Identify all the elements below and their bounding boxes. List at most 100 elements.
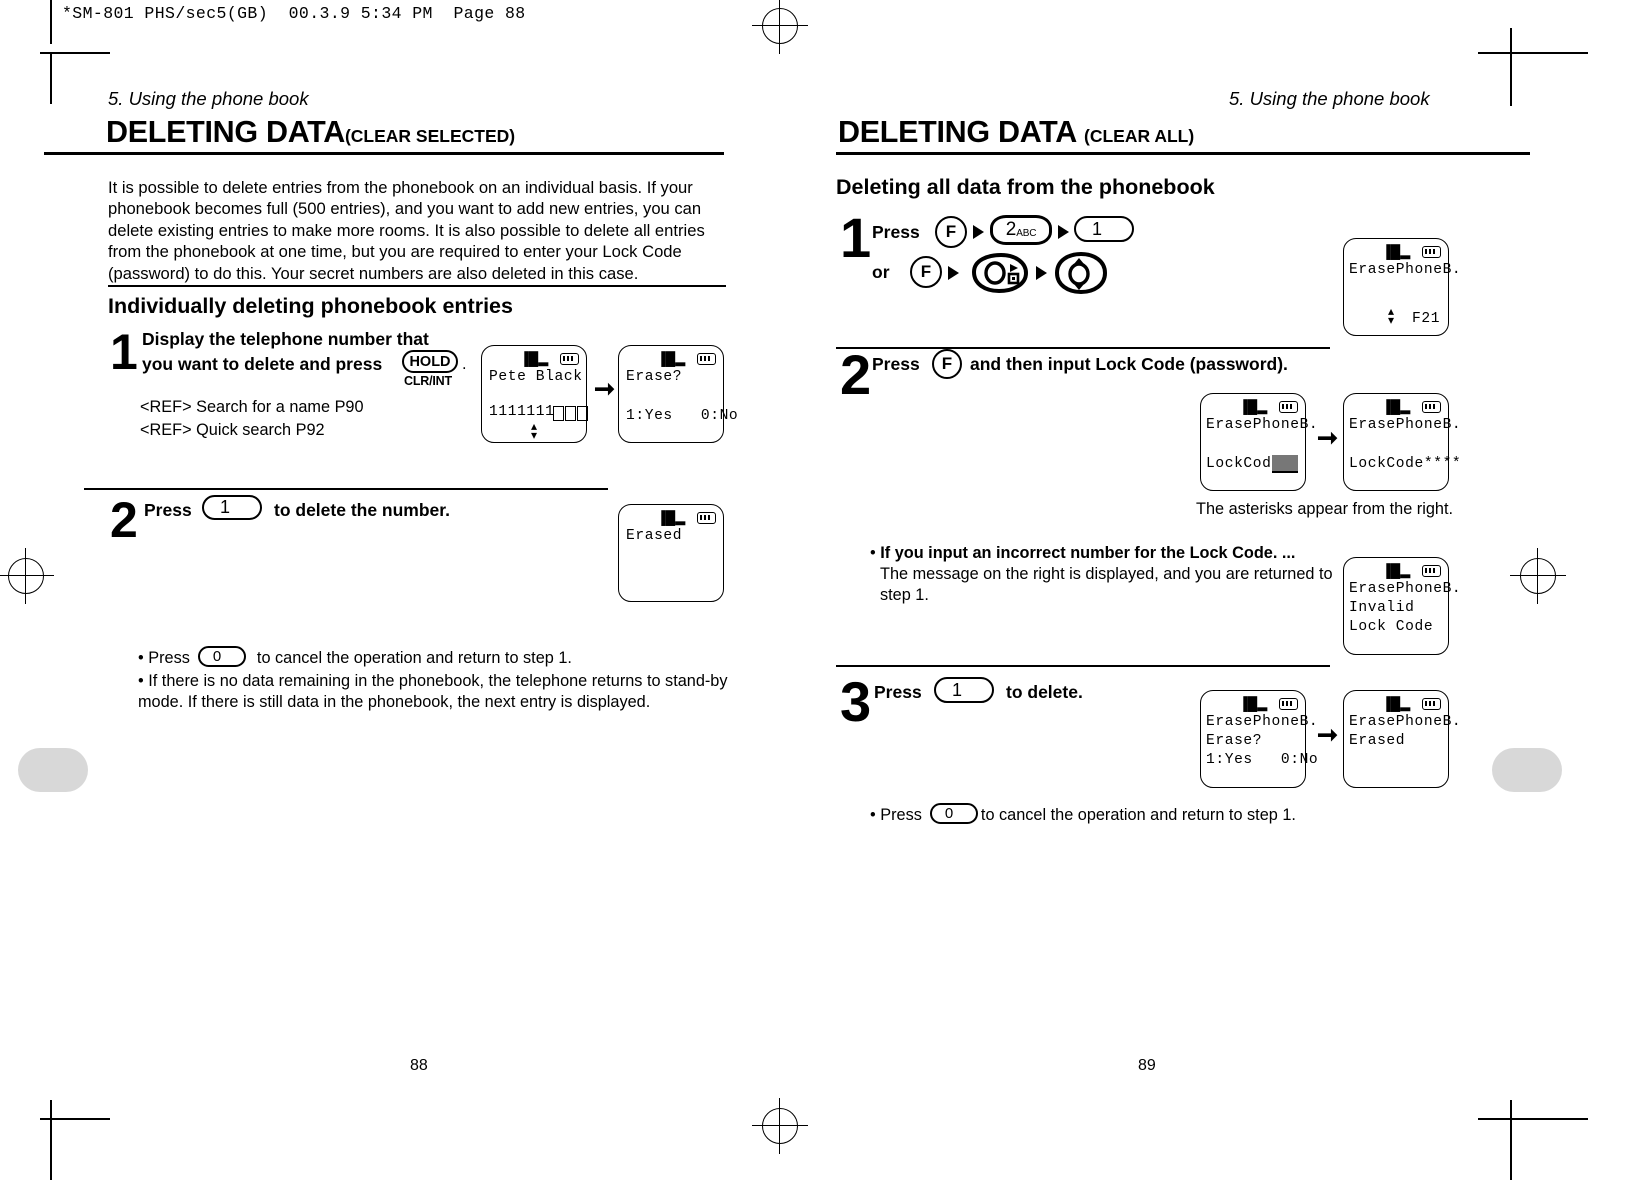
step-2-number-right: 2 <box>840 343 872 406</box>
lcd-erase-confirm-line1: Erase? <box>626 369 683 385</box>
step-1-period-left: . <box>462 355 467 373</box>
battery-icon <box>1279 698 1298 710</box>
crop-mark-bottom-left-vertical <box>50 1100 52 1180</box>
page-title-left-main: DELETING DATA <box>106 115 345 149</box>
lcd-erased-left: ▐█▂ Erased <box>618 504 724 602</box>
signal-icon: ▐█▂ <box>1381 563 1411 578</box>
page-title-right: DELETING DATA (CLEAR ALL) <box>838 115 1194 150</box>
step-1-line2-left: you want to delete and press <box>142 353 383 374</box>
lcd-lockcode-entry-line2: LockCode <box>1206 456 1281 472</box>
asterisk-caption-right: The asterisks appear from the right. <box>1196 500 1453 518</box>
battery-icon <box>1422 565 1441 577</box>
step-3-press-label-right: Press <box>874 682 922 702</box>
lcd-erase-confirm-left: ▐█▂ Erase? 1:Yes 0:No <box>618 345 738 443</box>
step-3-rule-right <box>836 665 1330 667</box>
page-left: 5. Using the phone book DELETING DATA(CL… <box>44 0 822 1200</box>
key-nav-updown-right[interactable] <box>1052 250 1110 296</box>
step-1-or-label-right: or <box>872 262 890 282</box>
lcd-lockcode-cursor <box>1272 455 1298 473</box>
step-3-tail-right: to delete. <box>1006 682 1083 702</box>
lcd-erase-confirm-right-line3: 1:Yes 0:No <box>1206 752 1319 768</box>
flow-arrow-step3-right: ➞ <box>1317 721 1338 749</box>
registration-mark-left <box>0 548 54 604</box>
key-nav-menu-right[interactable] <box>968 252 1030 294</box>
lcd-erasephone-f21: ▐█▂ ErasePhoneB. ▴ ▾ F21 <box>1343 238 1461 336</box>
step-2-press-label-right: Press <box>872 354 920 374</box>
file-header-bar <box>50 0 52 44</box>
lcd-lockcode-asterisks-line1: ErasePhoneB. <box>1349 417 1462 433</box>
hold-key-label: HOLD <box>409 353 451 370</box>
bullet-cancel-post-right: to cancel the operation and return to st… <box>980 806 1296 824</box>
intro-paragraph-left: It is possible to delete entries from th… <box>108 178 705 283</box>
hold-key-icon[interactable]: HOLD <box>402 350 458 373</box>
battery-icon <box>697 512 716 524</box>
key-1-step2-left[interactable]: 1 <box>202 495 262 520</box>
lcd-erase-confirm-right-line1: ErasePhoneB. <box>1206 714 1319 730</box>
key-f-step2-right[interactable]: F <box>932 349 962 379</box>
page-title-right-sub: (CLEAR ALL) <box>1084 126 1195 146</box>
running-head-right: 5. Using the phone book <box>1229 88 1430 109</box>
lcd-invalid-lockcode: ▐█▂ ErasePhoneB. Invalid Lock Code <box>1343 557 1461 655</box>
lcd-lockcode-entry: ▐█▂ ErasePhoneB. LockCode <box>1200 393 1318 491</box>
battery-icon <box>1422 698 1441 710</box>
nav-updown-key-shape <box>1054 251 1108 295</box>
key-0-step2-left[interactable]: 0 <box>198 646 246 667</box>
signal-icon: ▐█▂ <box>1238 399 1268 414</box>
lcd-erase-confirm-line2: 1:Yes 0:No <box>626 408 739 424</box>
page-number-left: 88 <box>410 1057 428 1074</box>
bullet-invalid-right: • If you input an incorrect number for t… <box>870 543 1340 606</box>
key-1-label: 1 <box>1091 218 1102 239</box>
key-0-label: 0 <box>212 648 222 665</box>
bullet-standby-text-left: If there is no data remaining in the pho… <box>138 672 728 711</box>
lcd-invalid-line1: ErasePhoneB. <box>1349 581 1462 597</box>
lcd-lockcode-asterisks: ▐█▂ ErasePhoneB. LockCode**** <box>1343 393 1461 491</box>
battery-icon <box>560 353 579 365</box>
step-1-ref-2: <REF> Quick search P92 <box>140 421 325 439</box>
lcd-pete-black-line1: Pete Black <box>489 369 583 385</box>
step-1-press-label-right: Press <box>872 222 920 242</box>
hold-key-sublabel: CLR/INT <box>404 374 452 388</box>
arrow-icon-3-right <box>948 266 959 280</box>
key-1-step1-right[interactable]: 1 <box>1074 216 1134 242</box>
key-0-step3-right[interactable]: 0 <box>930 803 978 824</box>
step-1-number-left: 1 <box>110 324 138 380</box>
crop-mark-left-vertical <box>50 52 52 104</box>
lcd-invalid-line2: Invalid <box>1349 600 1415 616</box>
lcd-erased-right-line2: Erased <box>1349 733 1406 749</box>
signal-icon: ▐█▂ <box>1381 399 1411 414</box>
step-2-rule-right <box>836 347 1330 349</box>
key-2abc-letters: ABC <box>1016 227 1037 239</box>
step-2-tail-left: to delete the number. <box>274 500 450 520</box>
key-1-label: 1 <box>951 679 962 700</box>
key-1-step3-right[interactable]: 1 <box>934 677 994 703</box>
lcd-erase-confirm-right-line2: Erase? <box>1206 733 1263 749</box>
arrow-icon-4-right <box>1036 266 1047 280</box>
flow-arrow-1-left: ➞ <box>594 375 615 403</box>
key-2abc-digit: 2 <box>1005 219 1017 240</box>
step-2-tail-right: and then input Lock Code (password). <box>970 354 1288 374</box>
key-f-step1-right[interactable]: F <box>935 216 967 248</box>
step-1-number-right: 1 <box>840 206 872 269</box>
signal-icon: ▐█▂ <box>519 351 549 366</box>
lcd-erasephone-f21-line2: F21 <box>1412 311 1441 327</box>
running-head-left: 5. Using the phone book <box>108 88 309 109</box>
lcd-lockcode-asterisks-line2: LockCode**** <box>1349 456 1462 472</box>
lcd-pete-black-empty-boxes <box>553 406 588 421</box>
bullet-invalid-bold-right: If you input an incorrect number for the… <box>880 544 1296 562</box>
bullet-invalid-text-right: The message on the right is displayed, a… <box>880 565 1333 604</box>
title-rule-right <box>836 152 1530 155</box>
signal-icon: ▐█▂ <box>1238 696 1268 711</box>
bullet-cancel-pre-left: Press <box>148 649 190 667</box>
battery-icon <box>697 353 716 365</box>
battery-icon <box>1279 401 1298 413</box>
key-0-label: 0 <box>944 805 954 822</box>
key-f-or-right[interactable]: F <box>910 256 942 288</box>
key-2abc-step1-right[interactable]: 2 ABC <box>990 215 1052 245</box>
section-rule-left <box>108 285 726 288</box>
page-right: 5. Using the phone book DELETING DATA (C… <box>830 0 1590 1200</box>
lcd-f21-scroll-icon: ▴ ▾ <box>1388 304 1395 327</box>
section-heading-right: Deleting all data from the phonebook <box>836 175 1215 199</box>
step-1-ref-1: <REF> Search for a name P90 <box>140 398 364 416</box>
lcd-pete-black: ▐█▂ Pete Black 1111111 ▴ ▾ <box>481 345 588 443</box>
page-title-left: DELETING DATA(CLEAR SELECTED) <box>106 115 515 150</box>
